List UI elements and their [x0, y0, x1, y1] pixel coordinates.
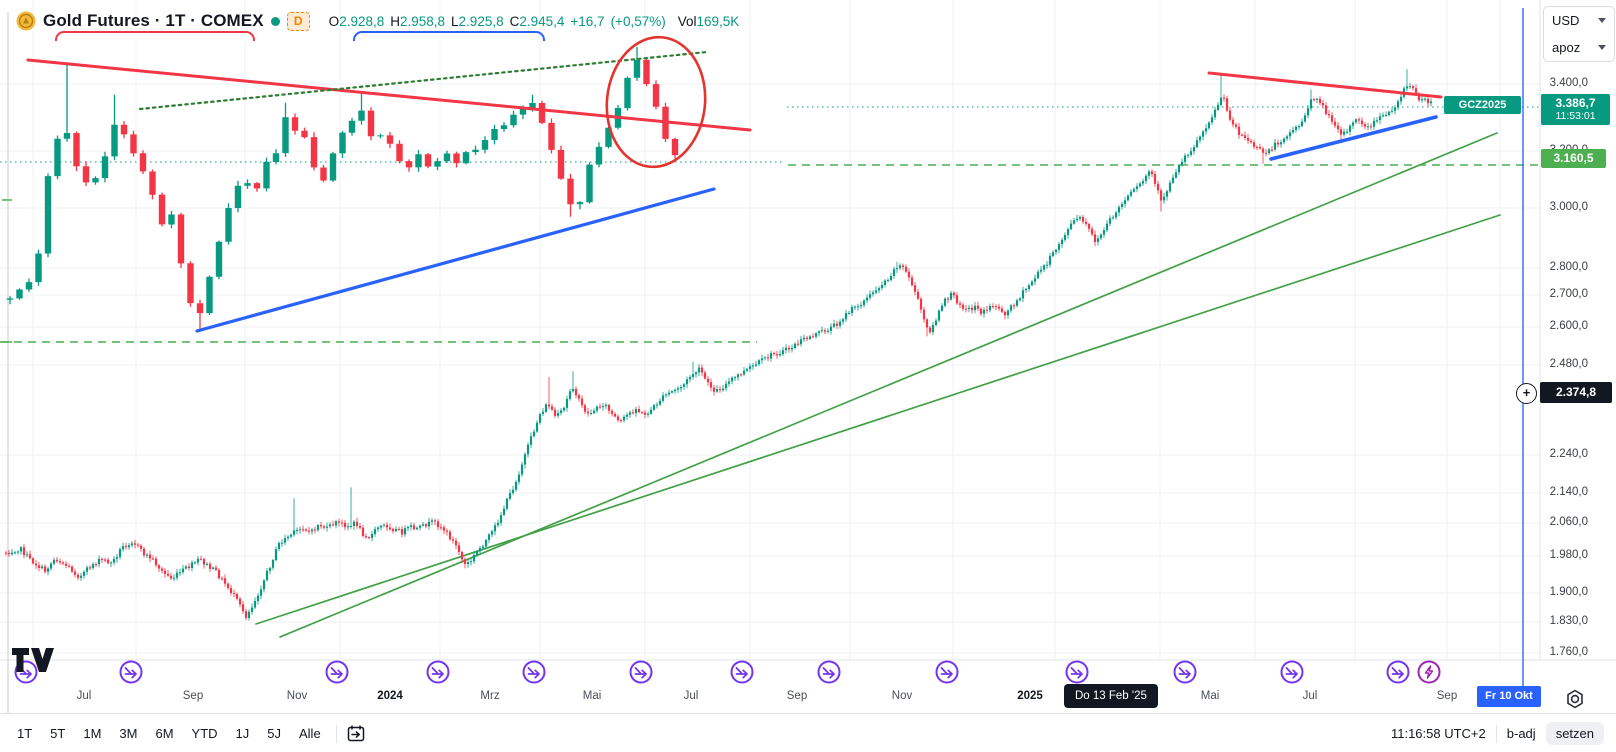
time-axis-label: Mrz	[480, 690, 500, 702]
chevron-down-icon	[1598, 45, 1606, 50]
time-axis-label: Sep	[182, 690, 204, 702]
price-tick-label: 2.480,0	[1549, 358, 1588, 370]
time-axis-label: Mai	[1200, 690, 1220, 702]
chevron-down-icon	[1598, 18, 1606, 23]
alert-level-badge[interactable]: 3.160,5	[1541, 149, 1606, 168]
contract-rollover-icon[interactable]	[935, 660, 959, 684]
crosshair-date-badge: Fr 10 Okt	[1477, 686, 1541, 707]
change-pct-value: (+0,57%)	[610, 13, 666, 29]
contract-rollover-icon[interactable]	[1173, 660, 1197, 684]
level-left-tick	[2, 199, 12, 343]
price-tick-label: 2.800,0	[1549, 261, 1588, 273]
contract-rollover-icon[interactable]	[1065, 660, 1089, 684]
contract-rollover-icon[interactable]	[325, 660, 349, 684]
range-button-5j[interactable]: 5J	[260, 722, 288, 745]
price-tick-label: 2.240,0	[1549, 448, 1588, 460]
contract-rollover-icon[interactable]	[629, 660, 653, 684]
axis-unit-panel: USD apoz	[1543, 6, 1615, 62]
range-button-6m[interactable]: 6M	[148, 722, 180, 745]
main-resistance-line[interactable]	[1207, 71, 1443, 99]
clock-readout[interactable]: 11:16:58 UTC+2	[1391, 726, 1486, 741]
time-axis-label: 2025	[1017, 690, 1043, 702]
close-value: 2.945,4	[519, 13, 565, 29]
range-button-ytd[interactable]: YTD	[185, 722, 225, 745]
toolbar-divider	[1495, 724, 1497, 743]
price-tick-label: 1.980,0	[1549, 549, 1588, 561]
price-tick-label: 1.900,0	[1549, 586, 1588, 598]
chart-canvas[interactable]	[0, 0, 1616, 752]
low-value: 2.925,8	[458, 13, 504, 29]
adjustment-toggle[interactable]: b-adj	[1507, 726, 1536, 741]
range-button-3m[interactable]: 3M	[112, 722, 144, 745]
contract-rollover-icon[interactable]	[426, 660, 450, 684]
time-axis-label: Mai	[582, 690, 602, 702]
contract-rollover-icon[interactable]	[730, 660, 754, 684]
last-price-badge[interactable]: 3.386,7 11:53:01	[1541, 94, 1610, 125]
range-button-1t[interactable]: 1T	[10, 722, 39, 745]
price-tick-label: 2.140,0	[1549, 486, 1588, 498]
symbol-header: Gold Futures · 1T · COMEX D O2.928,8 H2.…	[16, 8, 739, 34]
contract-rollover-icon[interactable]	[1280, 660, 1304, 684]
market-status-dot	[270, 16, 280, 26]
inset-support-line[interactable]	[195, 187, 716, 333]
time-axis-label: Jul	[1302, 690, 1318, 702]
add-alert-plus-icon[interactable]: +	[1516, 383, 1537, 404]
range-button-1m[interactable]: 1M	[76, 722, 108, 745]
time-axis-label: Nov	[286, 690, 308, 702]
go-to-date-button[interactable]	[345, 723, 367, 745]
contract-rollover-markers	[14, 660, 1441, 684]
open-value: 2.928,8	[339, 13, 385, 29]
time-axis-label: Nov	[891, 690, 913, 702]
crosshair-price-badge: 2.374,8	[1540, 382, 1612, 403]
gold-coin-icon	[16, 11, 36, 31]
price-tick-label: 1.760,0	[1549, 646, 1588, 658]
time-axis-label: Sep	[786, 690, 808, 702]
change-value: +16,7	[570, 13, 605, 29]
range-button-1j[interactable]: 1J	[229, 722, 257, 745]
toolbar-right-group: 11:16:58 UTC+2 b-adj setzen	[1391, 722, 1616, 745]
symbol-title[interactable]: Gold Futures · 1T · COMEX	[43, 11, 264, 31]
time-axis-label: Jul	[683, 690, 699, 702]
range-switcher: 1T 5T 1M 3M 6M YTD 1J 5J Alle	[0, 722, 328, 745]
range-button-alle[interactable]: Alle	[292, 722, 328, 745]
gear-icon[interactable]	[1564, 688, 1586, 715]
high-value: 2.958,8	[399, 13, 446, 29]
long-uptrend-lower-line[interactable]	[255, 214, 1501, 625]
adjustment-dropdown[interactable]: apoz	[1544, 34, 1614, 61]
range-button-5t[interactable]: 5T	[43, 722, 72, 745]
bottom-toolbar: 1T 5T 1M 3M 6M YTD 1J 5J Alle 11:16:58 UTC+2 b-a…	[0, 713, 1616, 752]
selected-date-tooltip: Do 13 Feb '25	[1064, 684, 1158, 708]
price-tick-label: 2.600,0	[1549, 320, 1588, 332]
currency-dropdown[interactable]: USD	[1544, 7, 1614, 34]
session-button[interactable]: setzen	[1545, 722, 1604, 745]
long-uptrend-upper-line[interactable]	[279, 132, 1498, 638]
bar-countdown: 11:53:01	[1555, 110, 1596, 122]
tradingview-chart-window: { "header": { "symbol": "Gold Futures", …	[0, 0, 1616, 752]
main-candles	[4, 69, 1433, 621]
price-tick-label: 2.700,0	[1549, 288, 1588, 300]
contract-rollover-icon[interactable]	[522, 660, 546, 684]
price-tick-label: 3.400,0	[1549, 77, 1588, 89]
lightning-icon[interactable]	[1417, 660, 1441, 684]
volume-value: 169,5K	[696, 13, 740, 29]
price-tick-label: 2.060,0	[1549, 516, 1588, 528]
contract-label-badge[interactable]: GCZ2025	[1444, 96, 1521, 114]
last-price-value: 3.386,7	[1555, 96, 1596, 110]
time-axis-label: Sep	[1436, 690, 1458, 702]
contract-rollover-icon[interactable]	[119, 660, 143, 684]
price-tick-label: 1.830,0	[1549, 615, 1588, 627]
delayed-data-badge[interactable]: D	[286, 11, 310, 31]
toolbar-divider	[335, 724, 337, 743]
time-axis-label: 2024	[377, 690, 403, 702]
contract-rollover-icon[interactable]	[1386, 660, 1410, 684]
contract-rollover-icon[interactable]	[817, 660, 841, 684]
time-axis-label: Jul	[76, 690, 92, 702]
ohlc-readout: O2.928,8 H2.958,8 L2.925,8 C2.945,4 +16,…	[328, 13, 740, 29]
price-tick-label: 3.000,0	[1549, 201, 1588, 213]
